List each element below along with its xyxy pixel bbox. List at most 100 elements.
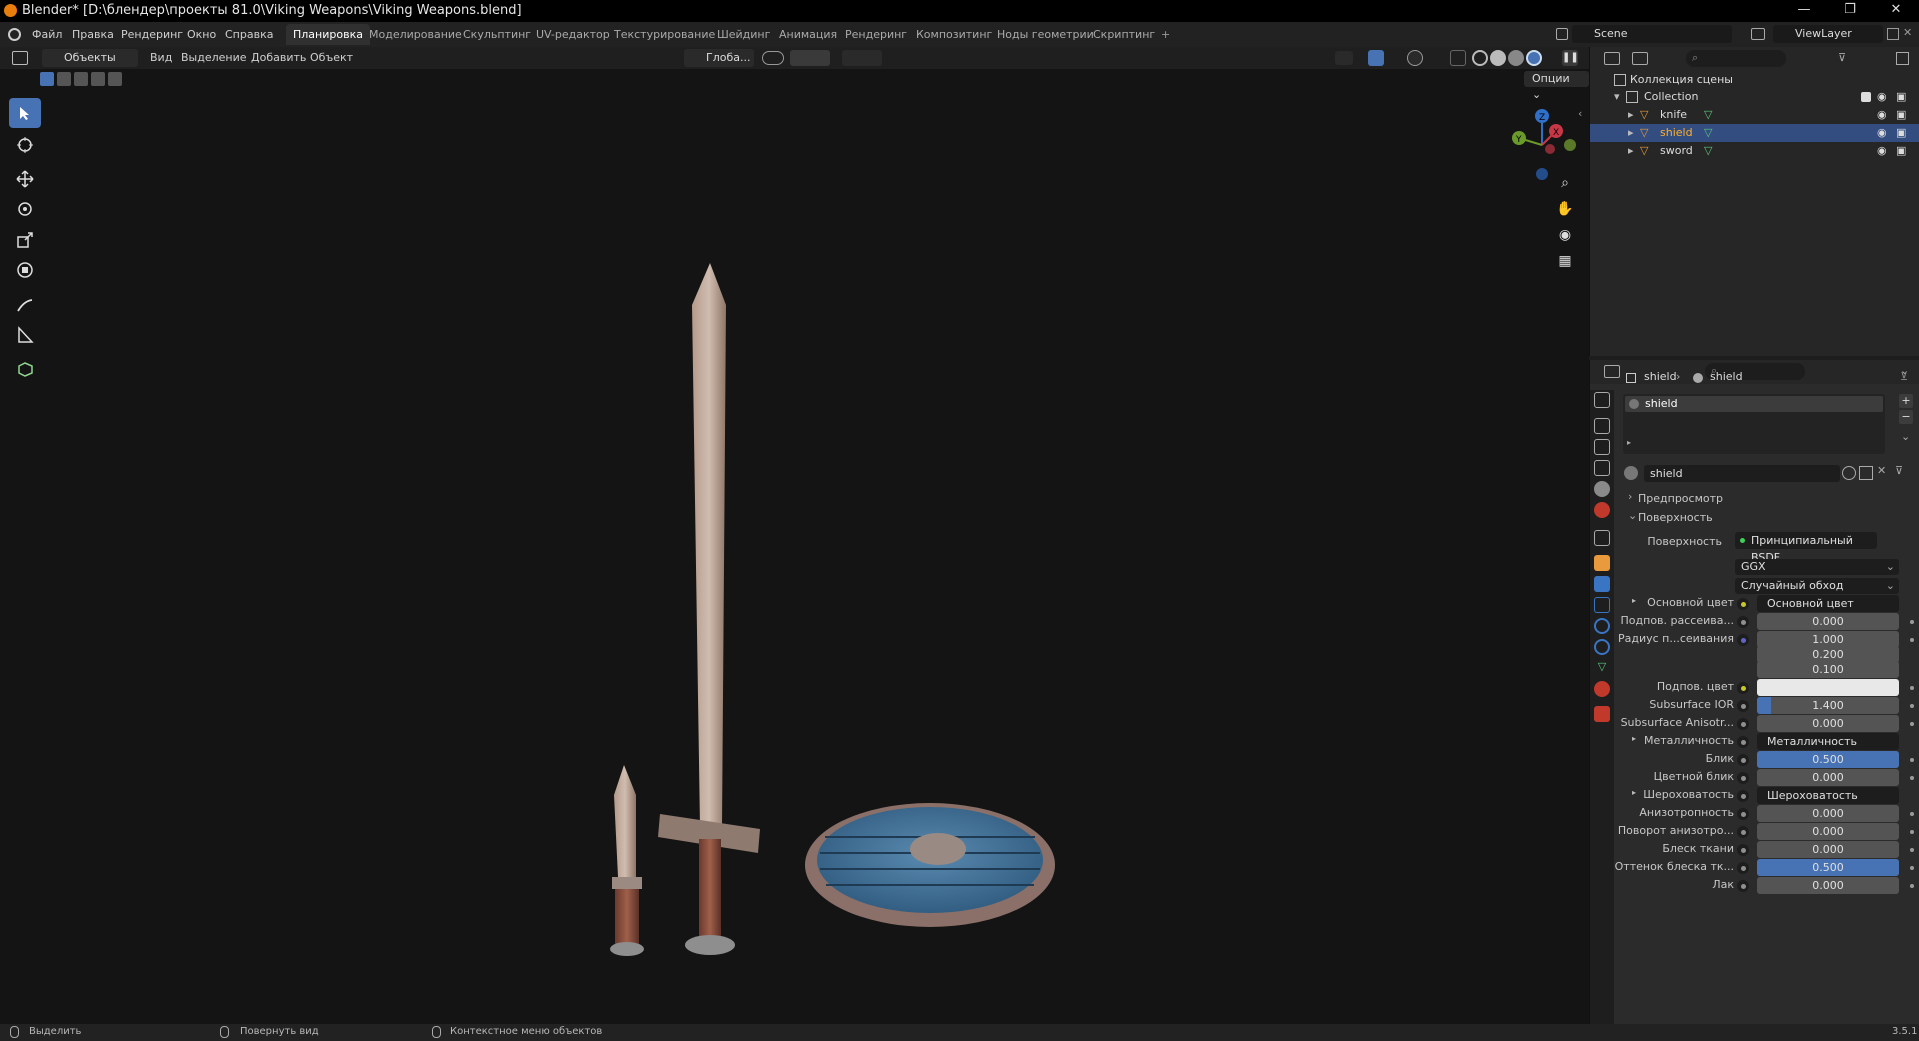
ortho-toggle-icon[interactable]: ▦ (1553, 249, 1577, 273)
maximize-button[interactable]: ❐ (1827, 0, 1873, 22)
menu-window[interactable]: Окно (187, 28, 216, 41)
socket-icon[interactable] (1737, 598, 1749, 610)
expand-arrow-icon[interactable]: ▸ (1632, 596, 1636, 605)
keyframe-dot-icon[interactable] (1910, 722, 1914, 726)
menu-object[interactable]: Объект (310, 51, 353, 64)
tab-animation[interactable]: Анимация (772, 24, 844, 45)
3d-viewport[interactable]: Объекты Вид Выделение Добавить Объект Гл… (0, 47, 1589, 1024)
properties-editor-type-icon[interactable] (1604, 365, 1620, 378)
close-button[interactable]: ✕ (1873, 0, 1919, 22)
expand-arrow-icon[interactable]: ▸ (1628, 124, 1634, 142)
surface-panel-header[interactable]: ⌄ Поверхность (1624, 509, 1918, 526)
unlink-material-icon[interactable]: ✕ (1877, 464, 1886, 477)
outliner-item-shield[interactable]: ▸ ▽ shield ▽ ◉ ▣ (1590, 124, 1919, 142)
socket-icon[interactable] (1737, 772, 1749, 784)
socket-icon[interactable] (1737, 826, 1749, 838)
expand-arrow-icon[interactable]: ▸ (1632, 734, 1636, 743)
pin-icon[interactable]: ⊻ (1900, 370, 1908, 383)
keyframe-dot-icon[interactable] (1910, 686, 1914, 690)
base-color-link[interactable]: Основной цвет (1757, 595, 1899, 612)
scene-tab-icon[interactable] (1594, 481, 1610, 497)
material-slot-item[interactable]: shield (1625, 396, 1883, 412)
keyframe-dot-icon[interactable] (1910, 866, 1914, 870)
keyframe-dot-icon[interactable] (1910, 776, 1914, 780)
shield-model[interactable] (805, 803, 1055, 927)
filter-icon[interactable]: ⊽ (1838, 51, 1846, 64)
minimize-button[interactable]: — (1781, 0, 1827, 22)
menu-select[interactable]: Выделение (181, 51, 247, 64)
keyframe-dot-icon[interactable] (1910, 848, 1914, 852)
expand-arrow-icon[interactable]: ▸ (1628, 142, 1634, 160)
duplicate-material-icon[interactable] (1859, 466, 1873, 480)
expand-arrow-icon[interactable]: ▸ (1628, 106, 1634, 124)
scale-tool[interactable] (9, 225, 41, 255)
select-intersect-icon[interactable] (108, 72, 122, 86)
tab-modeling[interactable]: Моделирование (362, 24, 469, 45)
anisotropic-field[interactable]: 0.000 (1757, 805, 1899, 822)
eye-icon[interactable]: ◉ (1877, 142, 1887, 160)
editor-type-icon[interactable] (12, 51, 28, 65)
roughness-link[interactable]: Шероховатость (1757, 787, 1899, 804)
preview-panel-header[interactable]: › Предпросмотр (1624, 490, 1918, 507)
subsurface-radius-z-field[interactable]: 0.100 (1757, 661, 1899, 678)
socket-icon[interactable] (1737, 808, 1749, 820)
specular-field[interactable]: 0.500 (1757, 751, 1899, 768)
subsurface-ior-field[interactable]: 1.400 (1757, 697, 1899, 714)
outliner-item-knife[interactable]: ▸ ▽ knife ▽ ◉ ▣ (1590, 106, 1919, 124)
annotate-tool[interactable] (9, 290, 41, 320)
subsurface-color-swatch[interactable] (1757, 679, 1899, 696)
camera-icon[interactable]: ▣ (1896, 142, 1906, 160)
move-tool[interactable] (9, 164, 41, 194)
scene-collection-row[interactable]: Коллекция сцены (1590, 71, 1919, 89)
display-mode-icon[interactable] (1632, 52, 1648, 65)
material-browse-icon[interactable] (1624, 466, 1638, 480)
overlay-toggle-icon[interactable] (1407, 50, 1423, 66)
socket-icon[interactable] (1737, 736, 1749, 748)
sidebar-toggle-icon[interactable]: ‹ (1578, 107, 1582, 120)
outliner-editor-type-icon[interactable] (1604, 52, 1620, 65)
surface-shader-field[interactable]: Принципиальный BSDF (1735, 532, 1877, 564)
select-box-tool[interactable] (9, 98, 41, 128)
keyframe-dot-icon[interactable] (1910, 830, 1914, 834)
world-tab-icon[interactable] (1594, 502, 1610, 518)
socket-icon[interactable] (1737, 880, 1749, 892)
fake-user-icon[interactable] (1842, 466, 1856, 480)
exclude-checkbox[interactable] (1861, 92, 1871, 102)
socket-icon[interactable] (1737, 844, 1749, 856)
view-layer-selector[interactable]: ViewLayer (1773, 25, 1883, 43)
keyframe-dot-icon[interactable] (1910, 884, 1914, 888)
tab-shading[interactable]: Шейдинг (710, 24, 777, 45)
tab-uv-editing[interactable]: UV-редактор (529, 24, 617, 45)
subsurface-anisotropy-field[interactable]: 0.000 (1757, 715, 1899, 732)
socket-icon[interactable] (1737, 790, 1749, 802)
proportional-edit-toggle[interactable] (842, 50, 882, 66)
wireframe-shading-icon[interactable] (1472, 50, 1488, 66)
menu-file[interactable]: Файл (32, 28, 62, 41)
measure-tool[interactable] (9, 320, 41, 350)
socket-icon[interactable] (1737, 634, 1749, 646)
keyframe-dot-icon[interactable] (1910, 638, 1914, 642)
material-preview-icon[interactable] (1508, 50, 1524, 66)
socket-icon[interactable] (1737, 718, 1749, 730)
outliner-item-sword[interactable]: ▸ ▽ sword ▽ ◉ ▣ (1590, 142, 1919, 160)
menu-add[interactable]: Добавить (251, 51, 306, 64)
add-workspace-button[interactable]: + (1154, 24, 1177, 45)
expand-arrow-icon[interactable]: ▸ (1632, 788, 1636, 797)
outliner-search-input[interactable]: ⌕ (1686, 50, 1786, 67)
select-new-icon[interactable] (40, 72, 54, 86)
keyframe-dot-icon[interactable] (1910, 704, 1914, 708)
keyframe-dot-icon[interactable] (1910, 812, 1914, 816)
transform-tool[interactable] (9, 255, 41, 285)
tab-sculpting[interactable]: Скульптинг (456, 24, 538, 45)
transform-orientation-selector[interactable]: Глоба... (684, 49, 754, 67)
socket-icon[interactable] (1737, 616, 1749, 628)
options-dropdown[interactable]: Опции ⌄ (1524, 71, 1589, 101)
camera-icon[interactable]: ▣ (1896, 88, 1906, 106)
distribution-dropdown[interactable]: GGX ⌄ (1735, 559, 1899, 575)
knife-model[interactable] (610, 765, 644, 956)
pivot-point-icon[interactable] (762, 51, 784, 65)
rotate-tool[interactable] (9, 194, 41, 224)
socket-icon[interactable] (1737, 754, 1749, 766)
metallic-link[interactable]: Металличность (1757, 733, 1899, 750)
menu-help[interactable]: Справка (225, 28, 273, 41)
